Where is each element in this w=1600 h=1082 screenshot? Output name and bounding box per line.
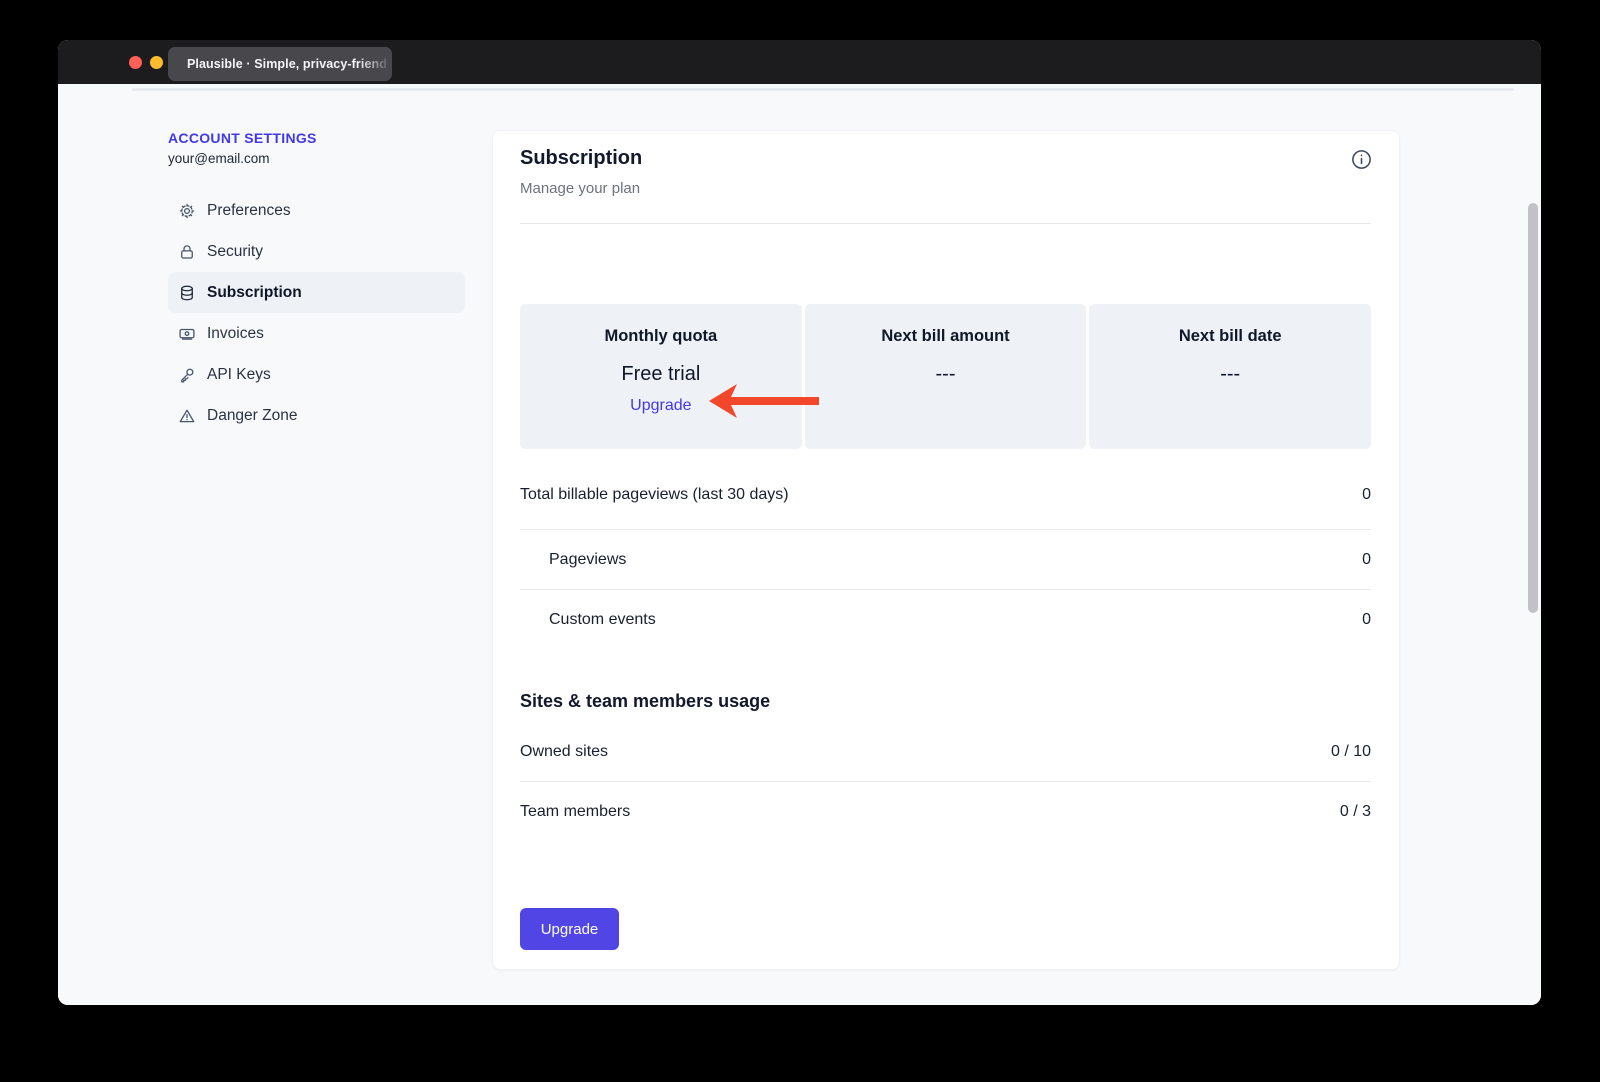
browser-tab[interactable]: Plausible · Simple, privacy-friend [168, 47, 392, 81]
warning-icon [178, 407, 196, 425]
usage-row-custom-events: Custom events 0 [520, 590, 1371, 650]
sidebar-item-label: API Keys [207, 366, 271, 384]
quota-header: Monthly quota [520, 326, 802, 346]
sites-usage-heading: Sites & team members usage [520, 691, 770, 712]
sidebar-item-api-keys[interactable]: API Keys [168, 354, 465, 395]
scrollbar[interactable] [1528, 203, 1538, 613]
usage-row-pageviews: Pageviews 0 [520, 530, 1371, 590]
sidebar-item-preferences[interactable]: Preferences [168, 190, 465, 231]
account-settings-heading: ACCOUNT SETTINGS [168, 130, 317, 146]
window-titlebar[interactable]: Plausible · Simple, privacy-friend [58, 40, 1541, 84]
quota-cell-bill-amount: Next bill amount --- [805, 304, 1087, 449]
account-email: your@email.com [168, 151, 269, 166]
usage-label: Custom events [520, 611, 656, 629]
quota-panel: Monthly quota Free trial Upgrade Next bi… [520, 304, 1371, 449]
sidebar-item-label: Preferences [207, 202, 291, 220]
sites-row-owned: Owned sites 0 / 10 [520, 722, 1371, 782]
minimize-window-button[interactable] [150, 56, 163, 69]
usage-label: Owned sites [520, 743, 608, 761]
upgrade-link[interactable]: Upgrade [630, 396, 691, 416]
page-title: Subscription [520, 147, 642, 170]
settings-sidebar: Preferences Security [168, 190, 465, 436]
lock-icon [178, 243, 196, 261]
sidebar-item-invoices[interactable]: Invoices [168, 313, 465, 354]
page-top-edge [132, 88, 1514, 91]
usage-label: Team members [520, 803, 630, 821]
quota-value: --- [805, 361, 1087, 387]
quota-cell-bill-date: Next bill date --- [1089, 304, 1371, 449]
usage-value: 0 [1362, 551, 1371, 569]
page-content: ACCOUNT SETTINGS your@email.com Preferen… [58, 84, 1541, 1005]
quota-cell-monthly: Monthly quota Free trial Upgrade [520, 304, 802, 449]
sidebar-item-security[interactable]: Security [168, 231, 465, 272]
sidebar-item-label: Invoices [207, 325, 264, 343]
usage-value: 0 [1362, 486, 1371, 504]
gear-icon [178, 202, 196, 220]
tab-title-fade [358, 47, 392, 81]
sidebar-item-label: Security [207, 243, 263, 261]
banknote-icon [178, 325, 196, 343]
usage-label: Total billable pageviews (last 30 days) [520, 486, 789, 504]
usage-value: 0 / 10 [1331, 743, 1371, 761]
sidebar-item-danger-zone[interactable]: Danger Zone [168, 395, 465, 436]
header-divider [520, 223, 1371, 224]
quota-header: Next bill amount [805, 326, 1087, 346]
browser-window: Plausible · Simple, privacy-friend ACCOU… [58, 40, 1541, 1005]
usage-label: Pageviews [520, 551, 626, 569]
sidebar-item-label: Danger Zone [207, 407, 297, 425]
tab-title: Plausible · Simple, privacy-friend [187, 57, 387, 71]
usage-value: 0 [1362, 611, 1371, 629]
sites-row-team-members: Team members 0 / 3 [520, 782, 1371, 842]
sidebar-item-subscription[interactable]: Subscription [168, 272, 465, 313]
key-icon [178, 366, 196, 384]
subscription-card: Subscription Manage your plan Monthly qu… [492, 130, 1400, 970]
desktop-background: Plausible · Simple, privacy-friend ACCOU… [0, 0, 1600, 1082]
database-icon [178, 284, 196, 302]
red-annotation-arrow-icon [707, 381, 821, 421]
quota-header: Next bill date [1089, 326, 1371, 346]
sidebar-item-label: Subscription [207, 284, 302, 302]
close-window-button[interactable] [129, 56, 142, 69]
usage-value: 0 / 3 [1340, 803, 1371, 821]
page-subtitle: Manage your plan [520, 180, 640, 197]
usage-row-total: Total billable pageviews (last 30 days) … [520, 461, 1371, 530]
quota-value: --- [1089, 361, 1371, 387]
info-icon[interactable] [1350, 148, 1373, 171]
upgrade-button[interactable]: Upgrade [520, 908, 619, 950]
